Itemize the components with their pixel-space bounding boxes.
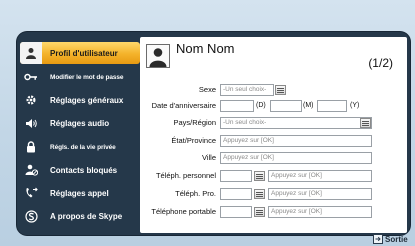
- year-unit: (Y): [350, 102, 360, 109]
- mobile-phone-input[interactable]: Appuyez sur [OK]: [268, 206, 372, 218]
- sidebar-item-label: Profil d'utilisateur: [50, 48, 118, 58]
- sidebar-item-call-settings[interactable]: Réglages appel: [20, 182, 140, 204]
- phone-forward-icon: [20, 182, 42, 204]
- sidebar-item-label: A propos de Skype: [50, 211, 123, 221]
- key-icon: [20, 66, 42, 88]
- office-phone-country-select[interactable]: [220, 188, 252, 200]
- office-phone-input[interactable]: Appuyez sur [OK]: [268, 188, 372, 200]
- month-unit: (M): [303, 102, 314, 109]
- exit-icon: [373, 234, 383, 244]
- sidebar-item-privacy-settings[interactable]: Régls. de la vie privée: [20, 136, 140, 158]
- sidebar-item-profile[interactable]: Profil d'utilisateur: [20, 42, 140, 64]
- home-phone-input[interactable]: Appuyez sur [OK]: [268, 170, 372, 182]
- office-phone-dropdown-button[interactable]: [254, 189, 265, 199]
- list-icon: [256, 173, 263, 179]
- sidebar-item-label: Réglages généraux: [50, 95, 124, 105]
- settings-sidebar: Profil d'utilisateur Modifier le mot de …: [20, 40, 140, 230]
- sex-dropdown-button[interactable]: [275, 85, 286, 95]
- birthday-label: Date d'anniversaire: [151, 101, 216, 110]
- state-label: État/Province: [171, 136, 216, 145]
- birthday-day-input[interactable]: [220, 100, 254, 112]
- birthday-year-input[interactable]: [317, 100, 347, 112]
- mobile-phone-dropdown-button[interactable]: [254, 207, 265, 217]
- sidebar-item-label: Contacts bloqués: [50, 165, 118, 175]
- country-dropdown-button[interactable]: [360, 118, 371, 128]
- speaker-icon: [20, 112, 42, 134]
- mobile-phone-country-select[interactable]: [220, 206, 252, 218]
- sidebar-item-label: Régls. de la vie privée: [50, 143, 116, 151]
- sidebar-item-change-password[interactable]: Modifier le mot de passe: [20, 66, 140, 88]
- home-phone-label: Téléph. personnel: [155, 171, 216, 180]
- sidebar-item-general-settings[interactable]: Réglages généraux: [20, 89, 140, 111]
- city-input[interactable]: Appuyez sur [OK]: [220, 152, 372, 164]
- sidebar-item-blocked-contacts[interactable]: Contacts bloqués: [20, 159, 140, 181]
- person-silhouette-icon: [149, 48, 167, 67]
- sex-label: Sexe: [198, 85, 216, 94]
- country-label: Pays/Région: [173, 118, 216, 127]
- home-phone-dropdown-button[interactable]: [254, 171, 265, 181]
- sex-select[interactable]: -Un seul choix-: [220, 84, 274, 96]
- profile-name: Nom Nom: [176, 41, 235, 56]
- office-phone-label: Téléph. Pro.: [175, 189, 216, 198]
- list-icon: [256, 209, 263, 215]
- lock-icon: [20, 136, 42, 158]
- exit-button[interactable]: Sortie: [373, 233, 408, 245]
- sidebar-item-audio-settings[interactable]: Réglages audio: [20, 112, 140, 134]
- sidebar-item-label: Modifier le mot de passe: [50, 73, 124, 81]
- sidebar-item-label: Réglages audio: [50, 118, 110, 128]
- avatar: [146, 44, 170, 68]
- list-icon: [256, 191, 263, 197]
- birthday-month-input[interactable]: [270, 100, 302, 112]
- profile-panel: Nom Nom (1/2) Sexe -Un seul choix- Date …: [140, 37, 407, 233]
- sidebar-item-about-skype[interactable]: A propos de Skype: [20, 205, 140, 227]
- country-select[interactable]: -Un seul choix-: [220, 117, 372, 129]
- skype-icon: [20, 205, 42, 227]
- city-label: Ville: [201, 153, 216, 162]
- mobile-phone-label: Téléphone portable: [151, 207, 216, 216]
- list-icon: [277, 87, 284, 93]
- home-phone-country-select[interactable]: [220, 170, 252, 182]
- list-icon: [362, 120, 369, 126]
- exit-label: Sortie: [385, 234, 408, 244]
- gear-icon: [20, 89, 42, 111]
- day-unit: (D): [256, 102, 266, 109]
- blocked-contacts-icon: [20, 159, 42, 181]
- sidebar-item-label: Réglages appel: [50, 188, 109, 198]
- state-input[interactable]: Appuyez sur [OK]: [220, 135, 372, 147]
- person-icon: [20, 42, 42, 64]
- page-indicator: (1/2): [368, 56, 393, 70]
